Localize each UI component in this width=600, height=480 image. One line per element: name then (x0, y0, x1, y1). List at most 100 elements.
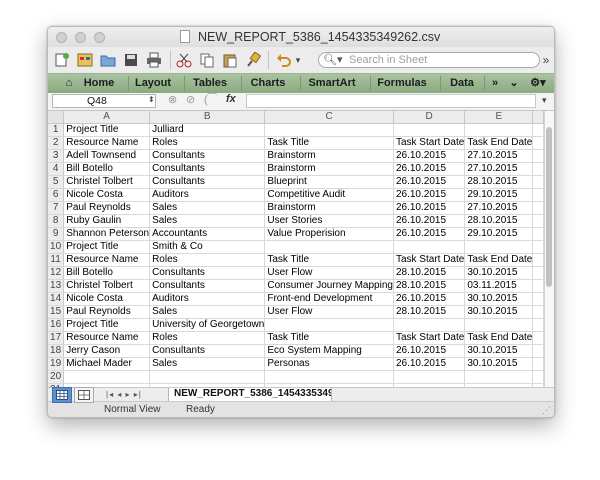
cell[interactable]: Task End Date (464, 331, 534, 346)
cell[interactable]: Brainstorm (264, 149, 394, 164)
row-header[interactable]: 10 (48, 240, 65, 255)
cell[interactable] (264, 123, 394, 138)
cell[interactable] (532, 240, 544, 255)
tab-tables[interactable]: Tables (186, 74, 234, 93)
function-icon[interactable]: fx (226, 93, 236, 105)
cell[interactable]: Resource Name (63, 331, 151, 346)
cell[interactable]: 26.10.2015 (393, 357, 466, 372)
cell[interactable] (532, 318, 544, 333)
undo-icon[interactable] (274, 50, 294, 70)
column-header-b[interactable]: B (149, 111, 266, 125)
column-header-overflow[interactable] (532, 111, 544, 125)
cell[interactable]: Nicole Costa (63, 292, 151, 307)
cell[interactable]: Consultants (149, 149, 266, 164)
cell[interactable]: Sales (149, 357, 266, 372)
cell[interactable]: Bill Botello (63, 266, 151, 281)
cell[interactable]: 26.10.2015 (393, 201, 466, 216)
cell[interactable]: Competitive Audit (264, 188, 394, 203)
cell[interactable] (464, 370, 534, 385)
cell[interactable]: Sales (149, 305, 266, 320)
tab-data[interactable]: Data (442, 74, 482, 93)
cell[interactable]: 03.11.2015 (464, 279, 534, 294)
formula-expand-icon[interactable]: ▾ (542, 95, 547, 106)
cell[interactable]: Consultants (149, 266, 266, 281)
cell[interactable] (532, 123, 544, 138)
cell[interactable]: Auditors (149, 188, 266, 203)
gear-icon[interactable]: ⚙▾ (526, 74, 550, 93)
cell[interactable] (532, 331, 544, 346)
copy-icon[interactable] (197, 50, 217, 70)
cell[interactable]: Bill Botello (63, 162, 151, 177)
tab-charts[interactable]: Charts (243, 74, 293, 93)
cell[interactable]: Task Title (264, 253, 394, 268)
parenthesis-icon[interactable]: (⁀ (204, 93, 217, 106)
cell[interactable]: Accountants (149, 227, 266, 242)
cell[interactable]: 30.10.2015 (464, 357, 534, 372)
cell[interactable]: Julliard (149, 123, 266, 138)
cell[interactable]: Consultants (149, 175, 266, 190)
resize-grip-icon[interactable]: ⋰ (542, 405, 551, 416)
cell[interactable] (532, 227, 544, 242)
cell[interactable]: Auditors (149, 292, 266, 307)
cell[interactable] (532, 253, 544, 268)
cell[interactable]: 28.10.2015 (464, 175, 534, 190)
row-header[interactable]: 12 (48, 266, 65, 281)
minimize-window-button[interactable] (75, 32, 86, 43)
cell[interactable]: Consultants (149, 162, 266, 177)
normal-view-button[interactable] (52, 387, 72, 403)
cell[interactable] (532, 214, 544, 229)
cell[interactable]: Personas (264, 357, 394, 372)
cell[interactable] (264, 240, 394, 255)
cell[interactable]: User Stories (264, 214, 394, 229)
cell[interactable]: Task Start Date (393, 253, 466, 268)
cell[interactable] (149, 370, 266, 385)
tab-home[interactable]: Home (78, 74, 120, 93)
cell[interactable]: Consultants (149, 344, 266, 359)
cell[interactable] (264, 370, 394, 385)
cell[interactable]: 27.10.2015 (464, 201, 534, 216)
row-header[interactable]: 19 (48, 357, 65, 372)
cell[interactable]: Front-end Development (264, 292, 394, 307)
row-header[interactable]: 6 (48, 188, 65, 203)
row-header[interactable]: 15 (48, 305, 65, 320)
cell[interactable]: 30.10.2015 (464, 305, 534, 320)
tab-formulas[interactable]: Formulas (372, 74, 432, 93)
cell[interactable]: Christel Tolbert (63, 279, 151, 294)
toolbar-overflow-icon[interactable]: » (540, 50, 552, 70)
cell[interactable] (63, 370, 151, 385)
cell[interactable]: Roles (149, 136, 266, 151)
cell[interactable] (532, 201, 544, 216)
cell[interactable]: Resource Name (63, 136, 151, 151)
format-painter-icon[interactable] (243, 50, 263, 70)
cell[interactable]: 26.10.2015 (393, 162, 466, 177)
cell[interactable]: Value Properision (264, 227, 394, 242)
cell[interactable]: Roles (149, 253, 266, 268)
row-header[interactable]: 7 (48, 201, 65, 216)
row-header[interactable]: 3 (48, 149, 65, 164)
row-header[interactable]: 8 (48, 214, 65, 229)
cell[interactable]: 27.10.2015 (464, 149, 534, 164)
cancel-icon[interactable]: ⊗ (168, 93, 177, 106)
ribbon-collapse-icon[interactable]: ⌄ (506, 74, 522, 93)
cell[interactable]: Project Title (63, 318, 151, 333)
search-field[interactable]: 🔍︎▾ Search in Sheet (318, 52, 540, 68)
cell[interactable]: 28.10.2015 (464, 214, 534, 229)
vertical-scroll-thumb[interactable] (546, 127, 552, 287)
cell[interactable]: Sales (149, 201, 266, 216)
cell[interactable] (393, 370, 466, 385)
ribbon-more-icon[interactable]: » (486, 74, 504, 93)
cell[interactable]: 26.10.2015 (393, 188, 466, 203)
sheet-tab[interactable]: NEW_REPORT_5386_1454335349262 (168, 388, 332, 402)
row-header[interactable]: 1 (48, 123, 65, 138)
cell[interactable]: Blueprint (264, 175, 394, 190)
cell[interactable]: Roles (149, 331, 266, 346)
cell[interactable] (532, 357, 544, 372)
cell[interactable]: Consultants (149, 279, 266, 294)
cell[interactable] (532, 266, 544, 281)
cell[interactable]: Task Start Date (393, 331, 466, 346)
cell[interactable]: Nicole Costa (63, 188, 151, 203)
cell[interactable] (464, 240, 534, 255)
cell[interactable]: Paul Reynolds (63, 305, 151, 320)
cell[interactable]: 26.10.2015 (393, 214, 466, 229)
cell[interactable] (532, 175, 544, 190)
